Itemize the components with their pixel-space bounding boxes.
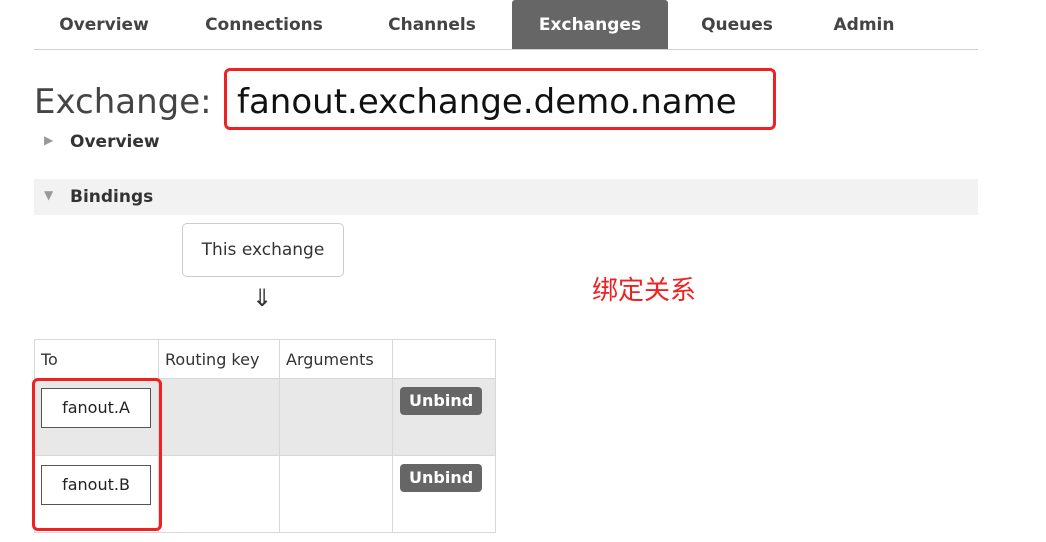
cell-arguments bbox=[279, 378, 393, 456]
cell-to: fanout.A bbox=[34, 378, 159, 456]
table-row: fanout.A Unbind bbox=[34, 378, 496, 456]
exchange-name: fanout.exchange.demo.name bbox=[237, 82, 737, 122]
triangle-down-icon: ▼ bbox=[44, 188, 54, 202]
cell-to: fanout.B bbox=[34, 455, 159, 533]
column-header-to: To bbox=[34, 339, 159, 379]
page-title-prefix: Exchange: bbox=[34, 82, 212, 122]
cell-arguments bbox=[279, 455, 393, 533]
cell-action: Unbind bbox=[392, 378, 496, 456]
cell-routing-key bbox=[158, 378, 280, 456]
destination-queue-link[interactable]: fanout.A bbox=[41, 388, 151, 428]
bindings-table: To Routing key Arguments fanout.A Unbind… bbox=[34, 339, 496, 533]
section-overview-label: Overview bbox=[70, 132, 160, 152]
table-header-row: To Routing key Arguments bbox=[34, 339, 496, 379]
tab-admin[interactable]: Admin bbox=[812, 0, 916, 49]
down-arrow-icon: ⇓ bbox=[252, 284, 273, 312]
column-header-arguments: Arguments bbox=[279, 339, 393, 379]
column-header-routing-key: Routing key bbox=[158, 339, 280, 379]
tab-connections[interactable]: Connections bbox=[194, 0, 334, 49]
destination-queue-link[interactable]: fanout.B bbox=[41, 465, 151, 505]
cell-routing-key bbox=[158, 455, 280, 533]
triangle-right-icon: ▶ bbox=[44, 133, 54, 147]
unbind-button[interactable]: Unbind bbox=[400, 387, 483, 415]
cell-action: Unbind bbox=[392, 455, 496, 533]
section-bindings-label: Bindings bbox=[70, 187, 154, 207]
section-overview-toggle[interactable]: ▶ Overview bbox=[34, 124, 978, 160]
annotation-text: 绑定关系 bbox=[592, 276, 697, 306]
main-nav: Overview Connections Channels Exchanges … bbox=[34, 0, 978, 50]
column-header-actions bbox=[392, 339, 496, 379]
tab-overview[interactable]: Overview bbox=[34, 0, 174, 49]
unbind-button[interactable]: Unbind bbox=[400, 464, 483, 492]
section-bindings-toggle[interactable]: ▼ Bindings bbox=[34, 179, 978, 215]
tab-exchanges[interactable]: Exchanges bbox=[512, 0, 668, 49]
tab-queues[interactable]: Queues bbox=[684, 0, 790, 49]
tab-channels[interactable]: Channels bbox=[370, 0, 494, 49]
table-row: fanout.B Unbind bbox=[34, 455, 496, 533]
source-exchange-box: This exchange bbox=[182, 223, 344, 277]
